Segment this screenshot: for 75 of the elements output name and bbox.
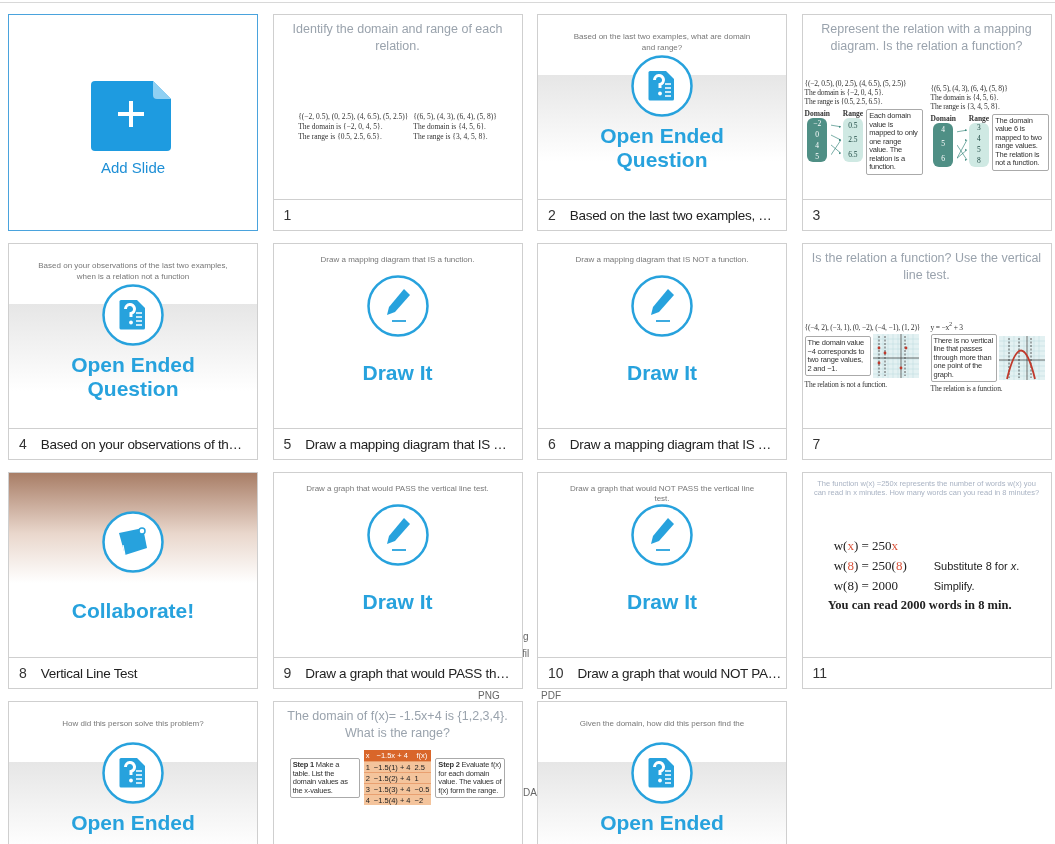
- pencil-icon: [366, 504, 429, 566]
- question-text: How did this person solve this problem?: [61, 718, 205, 730]
- slide-type-title: Draw It: [627, 361, 697, 385]
- slide-number: 10: [548, 665, 564, 681]
- question-document-icon: [631, 742, 693, 804]
- equation-note: Simplify.: [933, 579, 975, 592]
- slide-title: Draw a graph that would PASS th…: [305, 665, 510, 681]
- slide-number: 1: [283, 207, 292, 223]
- slide-type-title: Open Ended Question: [70, 353, 196, 401]
- slide-number: 4: [19, 436, 27, 452]
- question-text: Based on the last two examples, what are domain and range?: [572, 31, 752, 54]
- slide-card[interactable]: [272, 14, 523, 231]
- slide-type-title: Draw It: [627, 590, 697, 614]
- question-text: Draw a mapping diagram that IS NOT a function.: [574, 255, 750, 266]
- slide-title: Vertical Line Test: [40, 665, 138, 681]
- pencil-icon: [366, 275, 429, 337]
- slide-type-title: Collaborate!: [71, 599, 195, 623]
- slide-type-title: Open Ended: [599, 811, 725, 835]
- pinned-note-icon: [102, 511, 164, 573]
- slide-type-title: Draw It: [362, 590, 433, 614]
- conclusion-text: You can read 2000 words in 8 min.: [827, 597, 1013, 613]
- graph-drawing: [998, 335, 1045, 380]
- question-document-icon: [631, 55, 693, 117]
- background-window-text: PDF: [541, 689, 561, 703]
- slide-number: 11: [812, 665, 828, 681]
- slide-card[interactable]: [801, 243, 1052, 460]
- graph-drawing: [872, 334, 919, 378]
- slide-type-title: Open Ended: [70, 811, 196, 835]
- background-window-text: fil: [522, 647, 530, 661]
- question-text: Draw a mapping diagram that IS a function.: [319, 255, 476, 266]
- equation: w(8) = 2000: [833, 577, 900, 594]
- slide-number: 7: [812, 436, 821, 452]
- slide-title: Based on your observations of th…: [40, 436, 242, 452]
- slide-number: 2: [548, 207, 556, 223]
- slide-card[interactable]: Collaborate! 8 Vertical Line Test: [8, 472, 258, 689]
- slide-card[interactable]: Draw a graph that would NOT PASS the vertical line test. Draw It 10 Draw a graph that would NOT PA…: [537, 472, 787, 689]
- equation: w(x) = 250x: [833, 537, 900, 554]
- slide-heading: Represent the relation with a mapping diagram. Is the relation a function?: [820, 21, 1033, 55]
- slide-card[interactable]: Draw a graph that would PASS the vertical line test. Draw It 9 Draw a graph that would PASS th…: [272, 472, 523, 689]
- slide-number: 6: [548, 436, 556, 452]
- slide-heading: The domain of f(x)= -1.5x+4 is {1,2,3,4}. What is the range?: [286, 708, 509, 742]
- slide-title: Based on the last two examples, …: [569, 207, 772, 223]
- pencil-icon: [631, 275, 693, 337]
- slide-card[interactable]: Draw a mapping diagram that IS a function. Draw It 5 Draw a mapping diagram that IS …: [272, 243, 523, 460]
- question-text: Given the domain, how did this person find the: [578, 718, 746, 730]
- slide-title: Draw a mapping diagram that IS …: [305, 436, 507, 452]
- slide-number: 3: [812, 207, 821, 223]
- add-slide-button[interactable]: Add Slide: [8, 14, 258, 231]
- slide-heading: Is the relation a function? Use the vertical line test.: [810, 250, 1043, 284]
- slide-card[interactable]: Based on your observations of the last two examples, when is a relation not a function Open Ended Question 4 Based on your observations of th…: [8, 243, 258, 460]
- slide-number: 5: [283, 436, 292, 452]
- background-window-text: g: [523, 630, 529, 644]
- question-text: Draw a graph that would NOT PASS the vertical line test.: [568, 484, 756, 504]
- background-window-text: PNG: [478, 689, 500, 703]
- slide-number: 8: [19, 665, 27, 681]
- question-text: Based on your observations of the last two examples, when is a relation not a function: [38, 260, 228, 283]
- question-document-icon: [102, 742, 164, 804]
- slide-type-title: Draw It: [362, 361, 433, 385]
- slide-title: Draw a graph that would NOT PA…: [577, 665, 781, 681]
- slide-card[interactable]: How did this person solve this problem? Open Ended: [8, 701, 258, 844]
- pencil-icon: [631, 504, 693, 566]
- slide-card[interactable]: [801, 472, 1052, 689]
- slide-type-title: Open Ended Question: [599, 124, 725, 172]
- slide-card[interactable]: Draw a mapping diagram that IS NOT a function. Draw It 6 Draw a mapping diagram that IS …: [537, 243, 787, 460]
- slide-number: 9: [283, 665, 292, 681]
- background-window-text: DA: [523, 786, 537, 800]
- equation: w(8) = 250(8): [833, 557, 908, 574]
- slide-card[interactable]: Given the domain, how did this person find the Open Ended: [537, 701, 787, 844]
- question-document-icon: [102, 284, 164, 346]
- slide-heading: Identify the domain and range of each relation.: [291, 21, 504, 55]
- question-text: Draw a graph that would PASS the vertical line test.: [305, 484, 490, 495]
- equation-note: Substitute 8 for x.: [933, 559, 1020, 572]
- slide-title: Draw a mapping diagram that IS …: [569, 436, 772, 452]
- slide-card[interactable]: [801, 14, 1052, 231]
- slide-card[interactable]: Based on the last two examples, what are domain and range? Open Ended Question 2 Based on the last two examples, …: [537, 14, 787, 231]
